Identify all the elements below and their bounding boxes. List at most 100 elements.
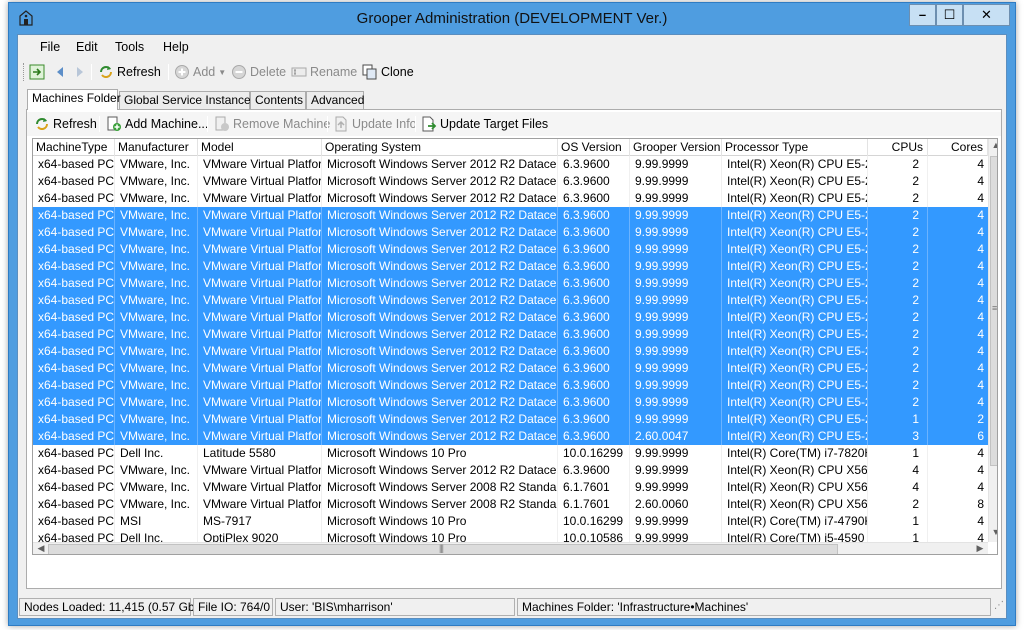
- menu-tools[interactable]: Tools: [115, 40, 144, 54]
- maximize-button[interactable]: ☐: [936, 4, 963, 26]
- close-button[interactable]: ✕: [963, 4, 1010, 26]
- table-row[interactable]: x64-based PC MSI MS-7917 Microsoft Windows …: [33, 513, 988, 530]
- add-dropdown-arrow-icon[interactable]: ▼: [218, 68, 226, 77]
- refresh-button[interactable]: Refresh: [98, 63, 161, 81]
- cell-processor-type: Intel(R) Xeon(R) CPU E5-2...: [722, 292, 868, 309]
- table-row[interactable]: x64-based PC VMware, Inc. VMware Virtual P…: [33, 343, 988, 360]
- table-row[interactable]: x64-based PC VMware, Inc. VMware Virtual P…: [33, 207, 988, 224]
- cell-model: VMware Virtual Platform: [198, 173, 322, 190]
- vertical-scrollbar[interactable]: ▲ ≡ ▼: [988, 139, 997, 542]
- table-row[interactable]: x64-based PC VMware, Inc. VMware Virtual P…: [33, 173, 988, 190]
- table-row[interactable]: x64-based PC VMware, Inc. VMware Virtual P…: [33, 309, 988, 326]
- cell-cores: 4: [928, 445, 988, 462]
- table-row[interactable]: x64-based PC VMware, Inc. VMware Virtual P…: [33, 224, 988, 241]
- cell-cores: 4: [928, 156, 988, 173]
- table-row[interactable]: x64-based PC VMware, Inc. VMware Virtual P…: [33, 326, 988, 343]
- table-row[interactable]: x64-based PC Dell Inc. OptiPlex 9020 Micros…: [33, 530, 988, 542]
- cell-machine-type: x64-based PC: [33, 377, 115, 394]
- table-row[interactable]: x64-based PC Dell Inc. Latitude 5580 Micros…: [33, 445, 988, 462]
- tab-contents[interactable]: Contents: [250, 91, 306, 109]
- horizontal-scroll-thumb[interactable]: |||: [48, 543, 838, 554]
- column-header-machinetype[interactable]: MachineType: [33, 139, 115, 156]
- table-row[interactable]: x64-based PC VMware, Inc. VMware Virtual P…: [33, 462, 988, 479]
- column-header-manufacturer[interactable]: Manufacturer: [115, 139, 198, 156]
- cell-os-version: 6.3.9600: [558, 326, 630, 343]
- table-row[interactable]: x64-based PC VMware, Inc. VMware Virtual P…: [33, 411, 988, 428]
- scroll-down-arrow-icon[interactable]: ▼: [989, 527, 997, 537]
- table-row[interactable]: x64-based PC VMware, Inc. VMware Virtual P…: [33, 377, 988, 394]
- cell-machine-type: x64-based PC: [33, 530, 115, 542]
- back-arrow-icon[interactable]: [54, 65, 66, 79]
- column-header-grooper-version[interactable]: Grooper Version: [630, 139, 722, 156]
- update-target-files-label: Update Target Files: [440, 117, 549, 131]
- table-row[interactable]: x64-based PC VMware, Inc. VMware Virtual P…: [33, 258, 988, 275]
- clone-button[interactable]: Clone: [362, 63, 414, 81]
- title-bar[interactable]: Grooper Administration (DEVELOPMENT Ver.…: [9, 3, 1015, 34]
- tab-advanced[interactable]: Advanced: [306, 91, 364, 109]
- table-row[interactable]: x64-based PC VMware, Inc. VMware Virtual P…: [33, 275, 988, 292]
- vertical-scroll-thumb[interactable]: ≡: [990, 156, 997, 466]
- table-row[interactable]: x64-based PC VMware, Inc. VMware Virtual P…: [33, 428, 988, 445]
- add-button[interactable]: Add ▼: [174, 63, 226, 81]
- rename-button[interactable]: Rename: [291, 63, 357, 81]
- scroll-right-arrow-icon[interactable]: ▶: [973, 543, 987, 554]
- minimize-button[interactable]: –: [909, 4, 936, 26]
- cell-model: VMware Virtual Platform: [198, 360, 322, 377]
- refresh-icon: [100, 66, 112, 78]
- forward-arrow-icon[interactable]: [74, 65, 86, 79]
- resize-grip-icon[interactable]: ⋰: [994, 600, 1004, 611]
- cell-machine-type: x64-based PC: [33, 462, 115, 479]
- cell-cpus: 2: [868, 275, 928, 292]
- table-row[interactable]: x64-based PC VMware, Inc. VMware Virtual P…: [33, 479, 988, 496]
- cell-grooper-version: 9.99.9999: [630, 377, 722, 394]
- cell-processor-type: Intel(R) Xeon(R) CPU E5-2...: [722, 377, 868, 394]
- column-header-operating-system[interactable]: Operating System: [322, 139, 558, 156]
- cell-machine-type: x64-based PC: [33, 445, 115, 462]
- scroll-up-arrow-icon[interactable]: ▲: [989, 140, 997, 150]
- remove-machine-button[interactable]: Remove Machine: [214, 115, 330, 133]
- cell-manufacturer: MSI: [115, 513, 198, 530]
- refresh-icon: [36, 118, 48, 130]
- toolbar-grip[interactable]: [23, 63, 26, 81]
- horizontal-scrollbar[interactable]: ◀ ||| ▶: [33, 542, 988, 554]
- table-row[interactable]: x64-based PC VMware, Inc. VMware Virtual P…: [33, 190, 988, 207]
- cell-grooper-version: 9.99.9999: [630, 241, 722, 258]
- tab-machines-folder[interactable]: Machines Folder: [27, 89, 121, 110]
- table-row[interactable]: x64-based PC VMware, Inc. VMware Virtual P…: [33, 360, 988, 377]
- cell-machine-type: x64-based PC: [33, 241, 115, 258]
- table-row[interactable]: x64-based PC VMware, Inc. VMware Virtual P…: [33, 394, 988, 411]
- table-row[interactable]: x64-based PC VMware, Inc. VMware Virtual P…: [33, 241, 988, 258]
- cell-operating-system: Microsoft Windows Server 2012 R2 Datacen…: [322, 207, 558, 224]
- cell-cores: 4: [928, 513, 988, 530]
- cell-machine-type: x64-based PC: [33, 428, 115, 445]
- table-row[interactable]: x64-based PC VMware, Inc. VMware Virtual P…: [33, 496, 988, 513]
- tree-view-icon[interactable]: [29, 64, 45, 80]
- cell-cpus: 2: [868, 292, 928, 309]
- table-row[interactable]: x64-based PC VMware, Inc. VMware Virtual P…: [33, 156, 988, 173]
- column-header-model[interactable]: Model: [198, 139, 322, 156]
- delete-button[interactable]: Delete: [231, 63, 286, 81]
- update-info-button[interactable]: Update Info: [333, 115, 417, 133]
- column-header-os-version[interactable]: OS Version: [558, 139, 630, 156]
- update-target-files-button[interactable]: Update Target Files: [421, 115, 548, 133]
- cell-cpus: 1: [868, 513, 928, 530]
- add-machine-button[interactable]: Add Machine...: [106, 115, 208, 133]
- cell-os-version: 10.0.16299: [558, 513, 630, 530]
- cell-operating-system: Microsoft Windows Server 2012 R2 Datacen…: [322, 275, 558, 292]
- column-header-cpus[interactable]: CPUs: [868, 139, 928, 156]
- app-window: Grooper Administration (DEVELOPMENT Ver.…: [8, 2, 1016, 626]
- menu-help[interactable]: Help: [163, 40, 189, 54]
- menu-edit[interactable]: Edit: [76, 40, 98, 54]
- cell-operating-system: Microsoft Windows Server 2012 R2 Datacen…: [322, 428, 558, 445]
- cell-grooper-version: 9.99.9999: [630, 173, 722, 190]
- cell-machine-type: x64-based PC: [33, 173, 115, 190]
- panel-refresh-button[interactable]: Refresh: [34, 115, 97, 133]
- cell-processor-type: Intel(R) Xeon(R) CPU X568...: [722, 479, 868, 496]
- column-header-cores[interactable]: Cores: [928, 139, 988, 156]
- menu-file[interactable]: File: [40, 40, 60, 54]
- scroll-left-arrow-icon[interactable]: ◀: [34, 543, 48, 554]
- tab-global-service-instances[interactable]: Global Service Instances: [119, 91, 257, 109]
- column-header-processor-type[interactable]: Processor Type: [722, 139, 868, 156]
- cell-os-version: 6.3.9600: [558, 377, 630, 394]
- table-row[interactable]: x64-based PC VMware, Inc. VMware Virtual P…: [33, 292, 988, 309]
